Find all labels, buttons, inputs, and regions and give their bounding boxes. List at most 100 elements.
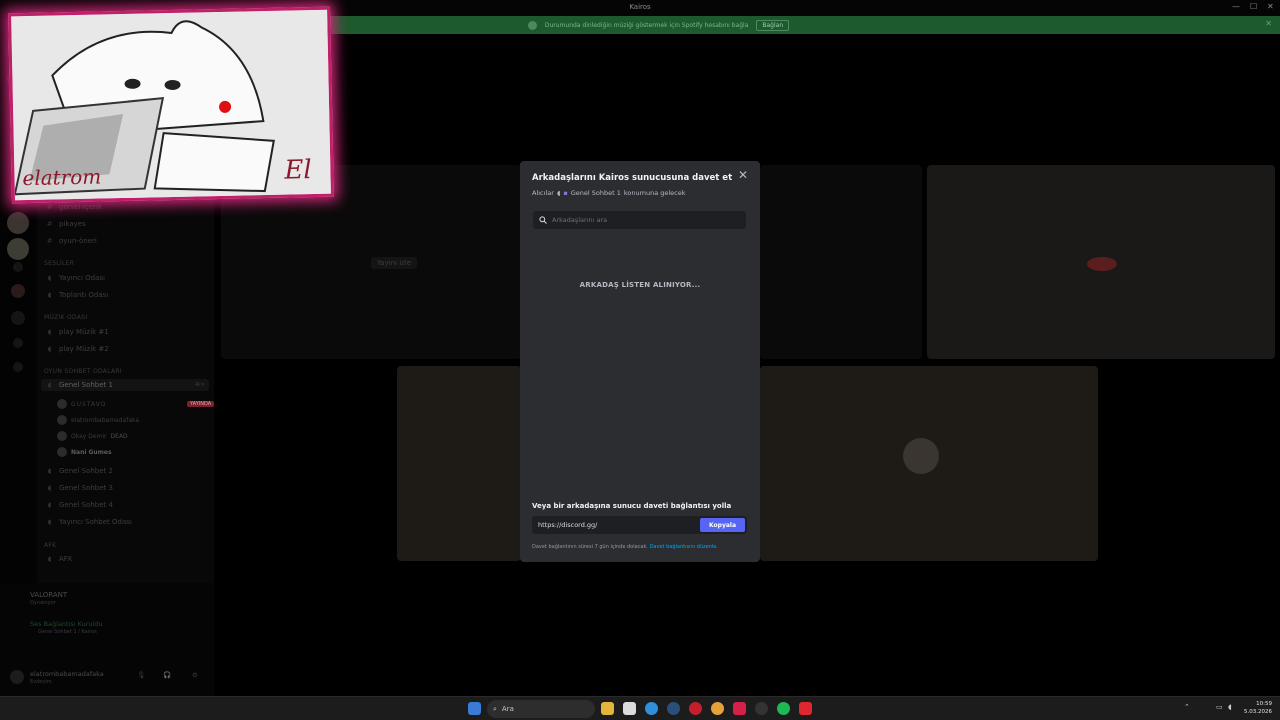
voice-status[interactable]: Ses Bağlantısı Kuruldu xyxy=(30,620,103,628)
channel-label: Toplantı Odası xyxy=(59,291,109,299)
stream-tile[interactable] xyxy=(760,366,1098,561)
headphone-icon[interactable]: 🎧 xyxy=(163,671,171,679)
minimize-button[interactable]: — xyxy=(1232,2,1240,11)
tray-chevron-icon[interactable]: ⌃ xyxy=(1184,703,1190,711)
speaker-icon: ◖ xyxy=(47,467,52,475)
live-badge: YAYINDA xyxy=(187,401,215,407)
server-icon[interactable] xyxy=(11,284,25,298)
avatar xyxy=(57,447,67,457)
channel-text[interactable]: # görsel-içerik xyxy=(45,203,102,211)
close-icon[interactable]: ✕ xyxy=(738,168,748,182)
recipients-label: Alıcılar xyxy=(532,189,554,197)
banner-close-icon[interactable]: ✕ xyxy=(1265,19,1272,28)
spotify-icon xyxy=(527,20,537,30)
artist-signature: elatrom xyxy=(22,164,102,191)
volume-icon[interactable]: ◖ xyxy=(1228,703,1232,711)
voice-member[interactable]: Okay Demir DEAD xyxy=(57,431,128,441)
mic-icon[interactable]: 🎙 xyxy=(137,671,145,679)
server-icon[interactable] xyxy=(13,262,23,272)
channel-label: Yayıncı Odası xyxy=(59,274,105,282)
app-icon[interactable] xyxy=(799,702,812,715)
channel-text[interactable]: # oyun-öneri xyxy=(45,237,97,245)
banner-connect-button[interactable]: Bağlan xyxy=(756,19,790,31)
user-status: Evdeyim xyxy=(30,679,52,685)
activity-title: VALORANT xyxy=(30,591,68,599)
channel-user-count: 4/∞ xyxy=(195,382,205,388)
modal-title: Arkadaşlarını Kairos sunucusuna davet et xyxy=(532,173,733,183)
taskbar-search[interactable]: ⌕ Ara xyxy=(487,700,595,718)
server-icon[interactable] xyxy=(11,311,25,325)
voice-channel[interactable]: ◖ play Müzik #1 xyxy=(45,328,109,336)
network-icon[interactable]: ▭ xyxy=(1216,703,1223,711)
category-game[interactable]: OYUN SOHBET ODALARI xyxy=(44,368,122,375)
friend-search-input[interactable] xyxy=(552,216,742,224)
stream-tile[interactable] xyxy=(397,366,521,561)
banner-text: Durumunda dinlediğin müziği göstermek iç… xyxy=(544,21,749,29)
voice-channel[interactable]: ◖ Yayıncı Odası xyxy=(45,274,105,282)
channel-label: Yayıncı Sohbet Odası xyxy=(59,518,132,526)
avatar xyxy=(57,415,67,425)
user-panel: VALORANT Oynanıyor Ses Bağlantısı Kuruld… xyxy=(0,583,214,696)
stream-tile[interactable] xyxy=(927,165,1275,359)
store-icon[interactable] xyxy=(623,702,636,715)
category-voice[interactable]: SESLİLER xyxy=(44,260,74,267)
invite-url[interactable]: https://discord.gg/ xyxy=(538,521,597,529)
invite-link-field[interactable]: https://discord.gg/ Kopyala xyxy=(532,516,747,534)
modal-recipients: Alıcılar ◖ ▪ Genel Sohbet 1 konumuna gel… xyxy=(532,189,686,197)
spotify-icon[interactable] xyxy=(777,702,790,715)
voice-channel-active[interactable]: ◖ Genel Sohbet 1 4/∞ xyxy=(41,379,209,391)
member-name: Okay Demir xyxy=(71,432,107,440)
voice-channel[interactable]: ◖ Toplantı Odası xyxy=(45,291,109,299)
channel-text[interactable]: # pikayes xyxy=(45,220,86,228)
user-avatar[interactable] xyxy=(10,670,24,684)
friend-search[interactable] xyxy=(533,211,746,229)
add-server-icon[interactable] xyxy=(13,338,23,348)
voice-channel[interactable]: ◖ Genel Sohbet 3 xyxy=(45,484,113,492)
voice-member[interactable]: Nani Gumes xyxy=(57,447,112,457)
voice-channel[interactable]: ◖ Genel Sohbet 2 xyxy=(45,467,113,475)
voice-channel[interactable]: ◖ Genel Sohbet 4 xyxy=(45,501,113,509)
gear-icon[interactable]: ⚙ xyxy=(192,671,198,679)
category-music[interactable]: MÜZİK ODASI xyxy=(44,314,87,321)
invite-modal: Arkadaşlarını Kairos sunucusuna davet et… xyxy=(520,161,760,562)
copy-button[interactable]: Kopyala xyxy=(700,518,745,532)
channel-label: AFK xyxy=(59,555,73,563)
taskbar-clock[interactable]: 10:59 5.03.2026 xyxy=(1240,700,1272,716)
recipients-channel: Genel Sohbet 1 xyxy=(570,189,621,197)
app-icon[interactable] xyxy=(733,702,746,715)
voice-channel[interactable]: ◖ play Müzik #2 xyxy=(45,345,109,353)
taskbar-search-label: Ara xyxy=(501,705,514,713)
watch-stream-button[interactable]: Yayını izle xyxy=(371,257,418,269)
edge-icon[interactable] xyxy=(645,702,658,715)
channel-label: Genel Sohbet 4 xyxy=(59,501,113,509)
search-icon: ⌕ xyxy=(493,704,497,713)
voice-channel-name: Genel Sohbet 1 / Kairos xyxy=(38,629,97,635)
start-icon[interactable] xyxy=(468,702,481,715)
voice-channel[interactable]: ◖ Yayıncı Sohbet Odası xyxy=(45,518,132,526)
discover-icon[interactable] xyxy=(13,362,23,372)
steam-icon[interactable] xyxy=(667,702,680,715)
voice-member[interactable]: GUSTAVO YAYINDA xyxy=(57,399,215,409)
app-icon[interactable] xyxy=(755,702,768,715)
server-icon[interactable] xyxy=(7,212,29,234)
close-window-button[interactable]: ✕ xyxy=(1267,2,1274,11)
channel-label: play Müzik #2 xyxy=(59,345,109,353)
member-name: elatrombabamadafaka xyxy=(71,416,140,424)
member-name: Nani Gumes xyxy=(71,448,112,456)
speaker-icon: ◖ xyxy=(47,328,52,336)
server-icon[interactable] xyxy=(7,238,29,260)
stream-tile[interactable] xyxy=(760,165,922,359)
maximize-button[interactable]: ☐ xyxy=(1250,2,1257,11)
clock-date: 5.03.2026 xyxy=(1244,709,1272,715)
edit-invite-link[interactable]: Davet bağlantısını düzenle. xyxy=(650,544,718,550)
hash-icon: # xyxy=(46,237,53,245)
voice-member[interactable]: elatrombabamadafaka xyxy=(57,415,139,425)
category-afk[interactable]: AFK xyxy=(44,542,56,549)
opera-icon[interactable] xyxy=(689,702,702,715)
channel-label: görsel-içerik xyxy=(59,203,103,211)
channel-label: pikayes xyxy=(59,220,86,228)
user-avatar xyxy=(1087,257,1117,271)
app-icon[interactable] xyxy=(711,702,724,715)
file-explorer-icon[interactable] xyxy=(601,702,614,715)
voice-channel-afk[interactable]: ◖ AFK xyxy=(45,555,73,563)
